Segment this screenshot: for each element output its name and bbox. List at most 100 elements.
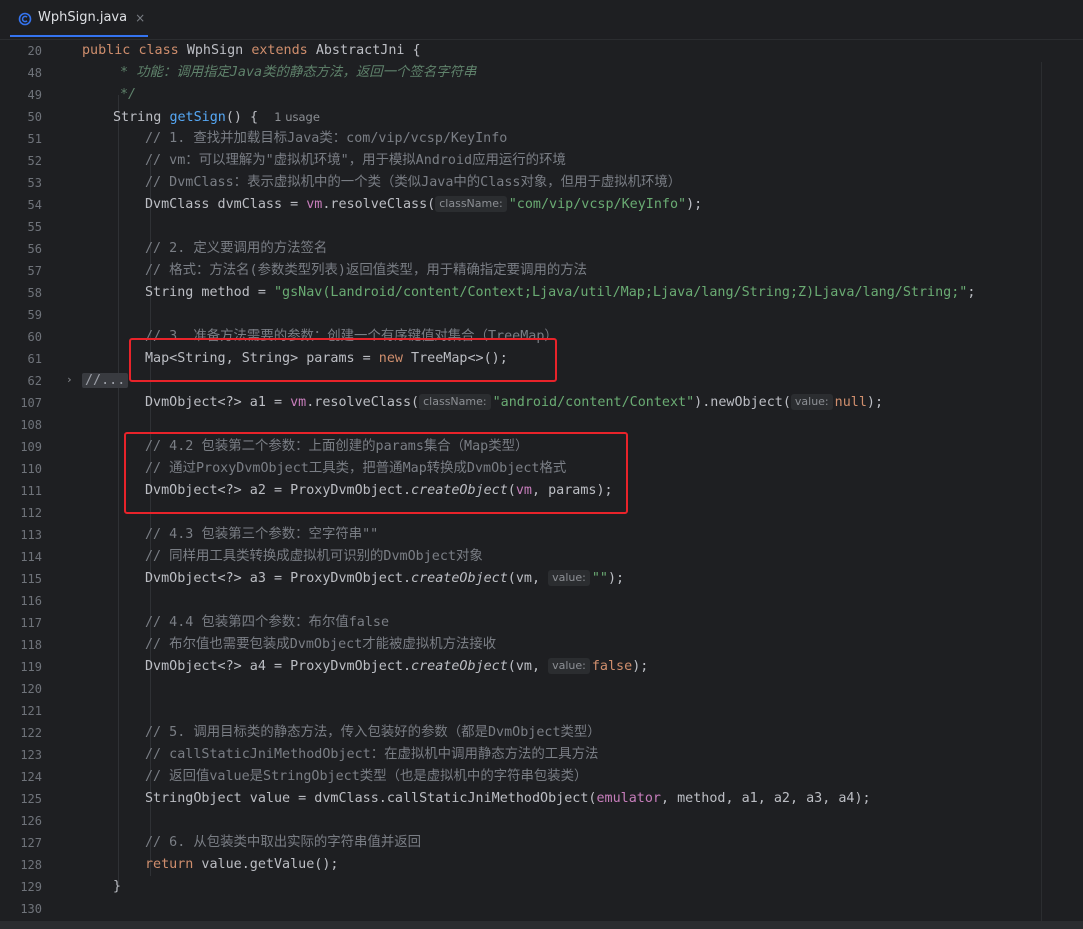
line-number: 60 [27,330,42,344]
string-literal: "android/content/Context" [492,395,695,410]
code-line[interactable]: // 2. 定义要调用的方法签名 [145,238,327,260]
line-number: 50 [27,110,42,124]
code-editor[interactable]: 20 public class WphSign extends Abstract… [0,40,1083,929]
code-line[interactable]: DvmObject<?> a1 = vm.resolveClass(classN… [145,392,883,414]
code-line[interactable]: String getSign() { 1 usage [113,106,320,128]
string-literal: "gsNav(Landroid/content/Context;Ljava/ut… [274,285,968,300]
line-number: 116 [20,594,42,608]
field-vm: vm [290,395,307,410]
highlight-box-params [129,338,557,382]
code-token: , method, a1, a2, a3, a4); [660,791,871,806]
parent-class: AbstractJni [315,43,405,58]
sticky-class-header: public class WphSign extends AbstractJni… [82,40,421,62]
line-number: 120 [20,682,42,696]
line-number: 122 [20,726,42,740]
line-number: 52 [27,154,42,168]
folded-region[interactable]: //... [82,370,129,392]
code-line[interactable]: DvmClass dvmClass = vm.resolveClass(clas… [145,194,702,216]
line-number: 56 [27,242,42,256]
code-token: String method = [145,285,274,300]
line-number: 123 [20,748,42,762]
code-line[interactable]: // 6. 从包装类中取出实际的字符串值并返回 [145,832,421,854]
code-line[interactable]: // 4.3 包装第三个参数：空字符串"" [145,524,378,546]
code-token: DvmClass dvmClass = [145,197,307,212]
code-token: () { [225,110,259,125]
class-name: WphSign [186,43,244,58]
code-line[interactable]: // 返回值value是StringObject类型（也是虚拟机中的字符串包装类… [145,766,587,788]
code-line[interactable]: // 同样用工具类转换成虚拟机可识别的DvmObject对象 [145,546,483,568]
highlight-box-a2 [124,432,628,514]
line-number: 130 [20,902,42,916]
static-method: createObject [411,659,508,674]
fold-placeholder[interactable]: //... [82,373,129,388]
code-line[interactable]: // 5. 调用目标类的静态方法，传入包装好的参数（都是DvmObject类型） [145,722,601,744]
java-class-icon [18,11,32,25]
line-number: 58 [27,286,42,300]
line-number: 121 [20,704,42,718]
code-line[interactable]: DvmObject<?> a4 = ProxyDvmObject.createO… [145,656,648,678]
close-icon[interactable]: × [135,11,145,25]
parameter-hint: value: [548,658,590,674]
code-line[interactable]: // callStaticJniMethodObject：在虚拟机中调用静态方法… [145,744,598,766]
parameter-hint: className: [435,196,507,212]
line-number: 126 [20,814,42,828]
line-gutter: 48 49 50 51 52 53 54 55 56 57 58 59 60 6… [0,40,72,929]
usage-hint[interactable]: 1 usage [274,110,320,124]
line-number: 55 [27,220,42,234]
line-number: 129 [20,880,42,894]
indent-guide [118,95,119,885]
string-literal: "" [591,571,608,586]
keyword: class [138,43,179,58]
code-line[interactable]: // 4.4 包装第四个参数：布尔值false [145,612,389,634]
code-token: ); [686,197,703,212]
line-number: 114 [20,550,42,564]
tab-wphsign-java[interactable]: WphSign.java × [10,0,148,37]
static-method: createObject [411,571,508,586]
code-line[interactable]: // 格式：方法名(参数类型列表)返回值类型，用于精确指定要调用的方法 [145,260,587,282]
line-number: 53 [27,176,42,190]
line-number: 51 [27,132,42,146]
line-number: 125 [20,792,42,806]
code-line[interactable]: // vm：可以理解为"虚拟机环境"，用于模拟Android应用运行的环境 [145,150,566,172]
code-line[interactable]: // 布尔值也需要包装成DvmObject才能被虚拟机方法接收 [145,634,496,656]
code-line[interactable]: String method = "gsNav(Landroid/content/… [145,282,975,304]
code-token: ); [608,571,625,586]
code-line[interactable]: return value.getValue(); [145,854,339,876]
keyword: public [82,43,131,58]
line-number: 54 [27,198,42,212]
parameter-hint: className: [419,394,491,410]
line-number: 57 [27,264,42,278]
parameter-hint: value: [790,394,833,410]
code-line[interactable]: */ [120,84,136,106]
code-token: ).newObject( [694,395,791,410]
code-token: ); [866,395,884,410]
code-token: DvmObject<?> a3 = ProxyDvmObject. [145,571,412,586]
line-number: 117 [20,616,42,630]
code-line[interactable]: // DvmClass：表示虚拟机中的一个类（类似Java中的Class对象，但… [145,172,681,194]
line-number: 62 [27,374,42,388]
keyword: return [145,857,194,872]
chevron-right-icon[interactable]: › [66,373,73,386]
code-line[interactable]: // 1. 查找并加载目标Java类：com/vip/vcsp/KeyInfo [145,128,507,150]
string-literal: "com/vip/vcsp/KeyInfo" [508,197,687,212]
editor-tab-bar: WphSign.java × [0,0,1083,40]
code-line[interactable]: } [113,876,121,898]
line-number: 59 [27,308,42,322]
code-line[interactable]: StringObject value = dvmClass.callStatic… [145,788,871,810]
tab-label: WphSign.java [38,10,128,25]
method-name: getSign [169,110,226,125]
parameter-hint: value: [548,570,590,586]
code-token: DvmObject<?> a1 = [145,395,291,410]
code-token: (vm, [507,659,549,674]
line-number: 124 [20,770,42,784]
code-line[interactable]: DvmObject<?> a3 = ProxyDvmObject.createO… [145,568,624,590]
code-token: value.getValue(); [193,857,339,872]
code-token: .resolveClass( [306,395,420,410]
line-number: 48 [27,66,42,80]
keyword: extends [251,43,308,58]
code-token: .resolveClass( [322,197,436,212]
field-vm: vm [306,197,323,212]
code-line[interactable]: * 功能：调用指定Java类的静态方法，返回一个签名字符串 [120,62,476,84]
line-number: 119 [20,660,42,674]
keyword: null [834,395,867,410]
